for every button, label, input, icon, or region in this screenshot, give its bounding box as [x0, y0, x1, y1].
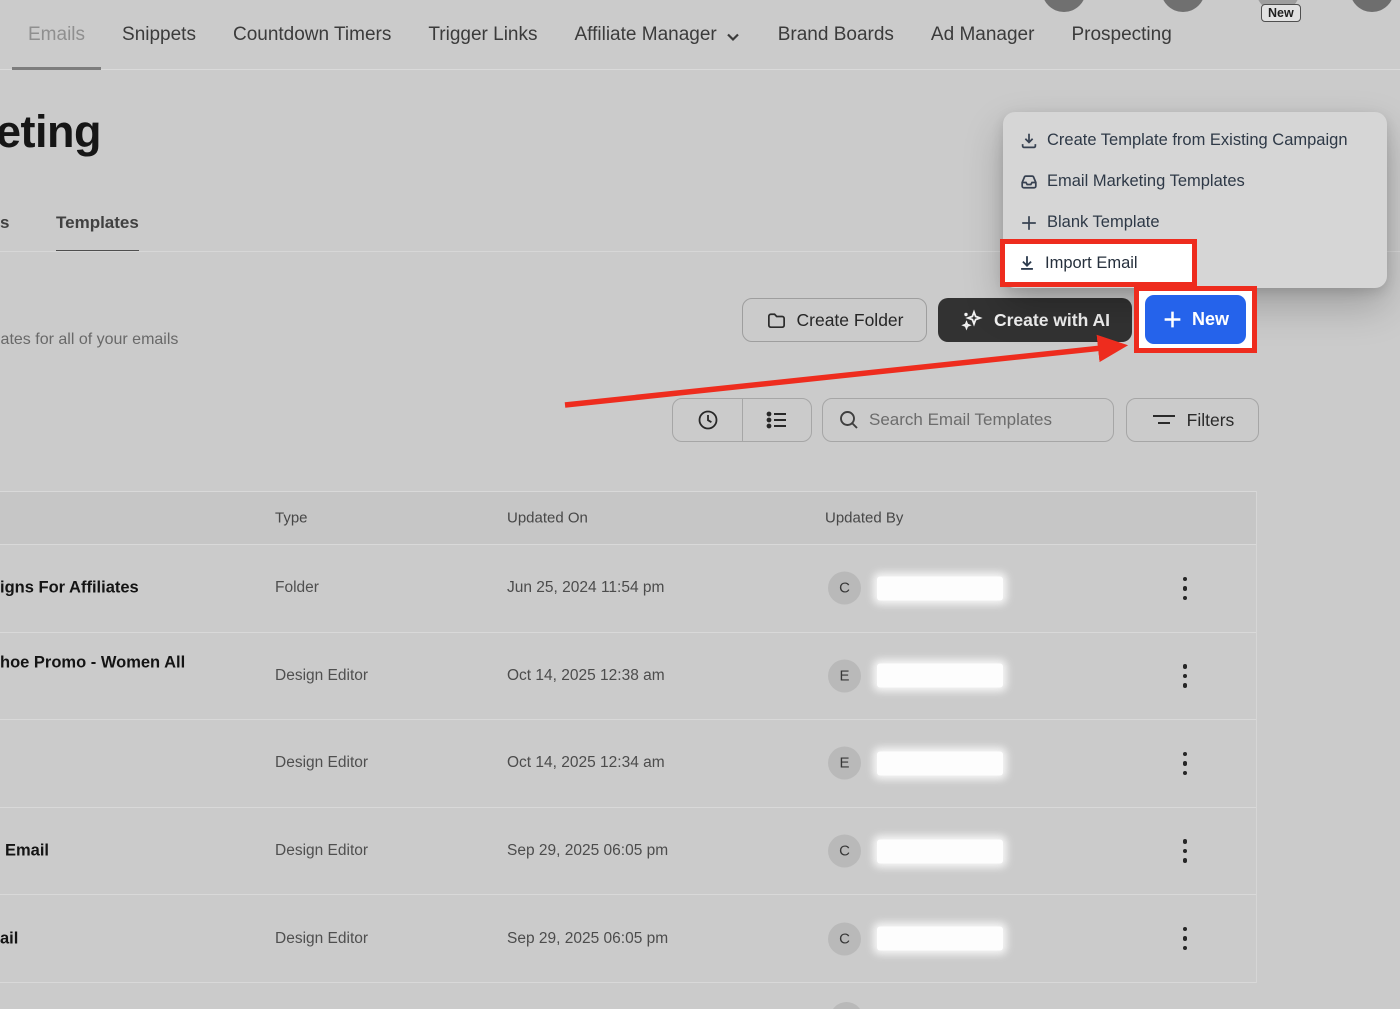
- search-icon: [838, 409, 860, 431]
- redacted-user-name: [877, 839, 1003, 863]
- redacted-user-name: [877, 751, 1003, 775]
- tab-campaigns-partial[interactable]: s: [0, 205, 9, 252]
- search-field-wrap: [822, 398, 1114, 442]
- redacted-user-name: [877, 664, 1003, 688]
- nav-tab-prospecting[interactable]: Prospecting: [1071, 0, 1171, 70]
- avatar: C: [828, 835, 861, 868]
- nav-tab-snippets[interactable]: Snippets: [122, 0, 196, 70]
- tab-templates[interactable]: Templates: [56, 205, 139, 252]
- nav-tab-ad-manager[interactable]: Ad Manager: [931, 0, 1035, 70]
- inbox-icon: [1019, 172, 1039, 192]
- nav-items: Emails Snippets Countdown Timers Trigger…: [28, 0, 1172, 70]
- redacted-user-name: [877, 927, 1003, 951]
- header-type: Type: [275, 510, 308, 527]
- page-title: eting: [0, 106, 101, 158]
- template-name: hoe Promo - Women All: [0, 653, 185, 672]
- menu-item-blank-template[interactable]: Blank Template: [1003, 202, 1387, 243]
- menu-item-import-email[interactable]: Import Email: [1000, 239, 1197, 287]
- create-with-ai-button[interactable]: Create with AI: [938, 298, 1132, 342]
- nav-tab-brand-boards[interactable]: Brand Boards: [778, 0, 894, 70]
- filters-button[interactable]: Filters: [1126, 398, 1259, 442]
- nav-tab-emails[interactable]: Emails: [28, 0, 85, 70]
- updated-by: E: [828, 659, 1003, 692]
- updated-on: Oct 14, 2025 12:38 am: [507, 667, 665, 685]
- table-row[interactable]: Email Design Editor Sep 29, 2025 06:05 p…: [0, 808, 1256, 896]
- table-row[interactable]: ail Design Editor Sep 29, 2025 06:05 pm …: [0, 895, 1256, 983]
- avatar: E: [828, 659, 861, 692]
- search-input[interactable]: [822, 398, 1114, 442]
- updated-by: C: [828, 922, 1003, 955]
- updated-by: C: [828, 572, 1003, 605]
- updated-on: Jun 25, 2024 11:54 pm: [507, 579, 664, 597]
- updated-on: Sep 29, 2025 06:05 pm: [507, 930, 668, 948]
- templates-table: Type Updated On Updated By igns For Affi…: [0, 491, 1257, 983]
- row-menu-button[interactable]: [1174, 571, 1196, 605]
- recent-view-button[interactable]: [673, 399, 742, 441]
- header-updated-on: Updated On: [507, 510, 588, 527]
- row-menu-button[interactable]: [1174, 746, 1196, 780]
- sparkles-icon: [960, 308, 984, 332]
- row-menu-button[interactable]: [1174, 922, 1196, 956]
- plus-icon: [1019, 213, 1039, 233]
- redacted-user-name: [877, 576, 1003, 600]
- clock-icon: [696, 408, 720, 432]
- top-navigation: Emails Snippets Countdown Timers Trigger…: [0, 0, 1400, 70]
- chevron-down-icon: [725, 29, 741, 45]
- prospecting-new-badge: New: [1261, 4, 1301, 22]
- nav-tab-affiliate-manager[interactable]: Affiliate Manager: [575, 0, 741, 70]
- template-name: ail: [0, 929, 18, 948]
- view-toggle: [672, 398, 812, 442]
- plus-icon: [1162, 309, 1183, 330]
- new-button[interactable]: New: [1145, 295, 1246, 344]
- nav-tab-trigger-links[interactable]: Trigger Links: [428, 0, 537, 70]
- filter-icon: [1151, 410, 1177, 430]
- updated-on: Sep 29, 2025 06:05 pm: [507, 842, 668, 860]
- template-name: Email: [5, 842, 49, 861]
- nav-tab-countdown-timers[interactable]: Countdown Timers: [233, 0, 391, 70]
- table-row[interactable]: igns For Affiliates Folder Jun 25, 2024 …: [0, 545, 1256, 633]
- avatar: E: [828, 747, 861, 780]
- row-menu-button[interactable]: [1174, 834, 1196, 868]
- create-folder-button[interactable]: Create Folder: [742, 298, 927, 342]
- list-view-button[interactable]: [742, 399, 811, 441]
- email-marketing-screen: Emails Snippets Countdown Timers Trigger…: [0, 0, 1400, 1009]
- table-header: Type Updated On Updated By: [0, 491, 1256, 545]
- avatar: C: [828, 922, 861, 955]
- updated-on: Oct 14, 2025 12:34 am: [507, 754, 665, 772]
- page-subtitle: lates for all of your emails: [0, 331, 178, 349]
- template-name: igns For Affiliates: [0, 579, 139, 598]
- avatar: [830, 1002, 863, 1009]
- table-row[interactable]: Design Editor Oct 14, 2025 12:34 am E: [0, 720, 1256, 808]
- list-icon: [764, 408, 790, 432]
- updated-by: E: [828, 747, 1003, 780]
- row-menu-button[interactable]: [1174, 659, 1196, 693]
- updated-by: C: [828, 835, 1003, 868]
- template-type: Folder: [275, 579, 319, 597]
- template-type: Design Editor: [275, 930, 368, 948]
- table-row[interactable]: hoe Promo - Women All Design Editor Oct …: [0, 633, 1256, 721]
- avatar: C: [828, 572, 861, 605]
- template-type: Design Editor: [275, 754, 368, 772]
- menu-item-create-template-from-campaign[interactable]: Create Template from Existing Campaign: [1003, 120, 1387, 161]
- header-updated-by: Updated By: [825, 510, 903, 527]
- download-icon: [1017, 253, 1037, 273]
- new-button-annotation-frame: New: [1134, 286, 1257, 353]
- topbar-partial-circle: [1350, 0, 1394, 12]
- menu-item-email-marketing-templates[interactable]: Email Marketing Templates: [1003, 161, 1387, 202]
- import-campaign-icon: [1019, 131, 1039, 151]
- folder-icon: [766, 310, 787, 331]
- template-type: Design Editor: [275, 842, 368, 860]
- template-type: Design Editor: [275, 667, 368, 685]
